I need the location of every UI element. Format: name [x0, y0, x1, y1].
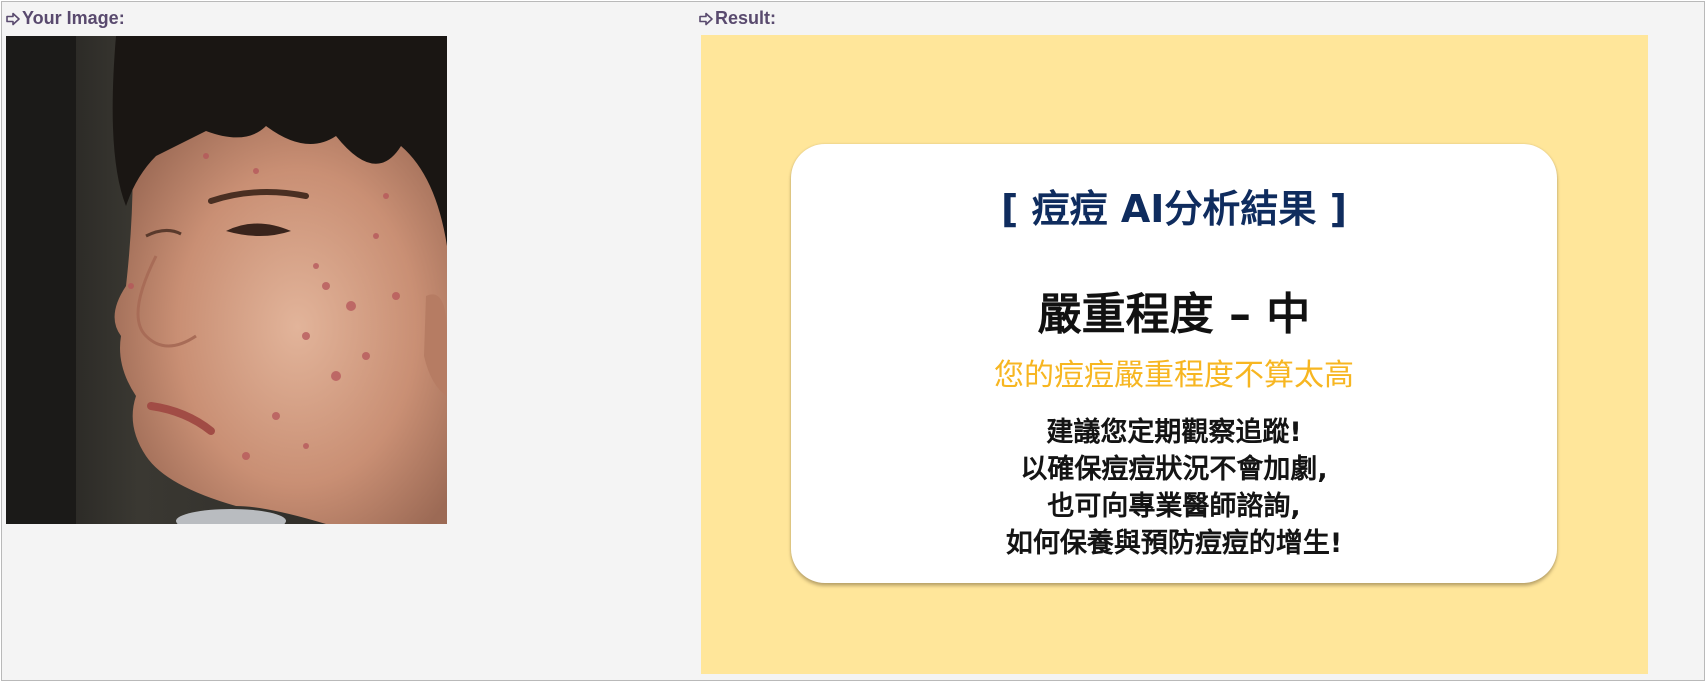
result-title: [ 痘痘 AI分析結果 ]: [1001, 187, 1347, 231]
advice-line: 以確保痘痘狀況不會加劇,: [1020, 454, 1328, 485]
advice-text: 建議您定期觀察追蹤! 以確保痘痘狀況不會加劇, 也可向專業醫師諮詢, 如何保養與…: [791, 414, 1557, 562]
advice-line: 也可向專業醫師諮詢,: [1047, 491, 1301, 522]
face-photo-illustration: [6, 36, 447, 524]
severity-summary: 您的痘痘嚴重程度不算太高: [994, 358, 1354, 393]
uploaded-face-photo: [6, 36, 447, 524]
result-heading: Result:: [699, 8, 776, 29]
advice-line: 如何保養與預防痘痘的增生!: [1005, 528, 1343, 559]
arrow-right-icon: [6, 12, 20, 25]
advice-line: 建議您定期觀察追蹤!: [1046, 417, 1302, 448]
analysis-result-card: [ 痘痘 AI分析結果 ] 嚴重程度 – 中 您的痘痘嚴重程度不算太高 建議您定…: [791, 144, 1557, 583]
arrow-right-icon: [699, 12, 713, 25]
your-image-heading-label: Your Image:: [22, 8, 125, 28]
result-panel: [ 痘痘 AI分析結果 ] 嚴重程度 – 中 您的痘痘嚴重程度不算太高 建議您定…: [701, 35, 1648, 674]
result-heading-label: Result:: [715, 8, 777, 28]
page-frame: Your Image: Result: [痘痘 AI分析結果] 嚴重程度 –…: [1, 1, 1705, 681]
severity-level: 嚴重程度 – 中: [1037, 289, 1311, 340]
your-image-heading: Your Image:: [6, 8, 125, 29]
